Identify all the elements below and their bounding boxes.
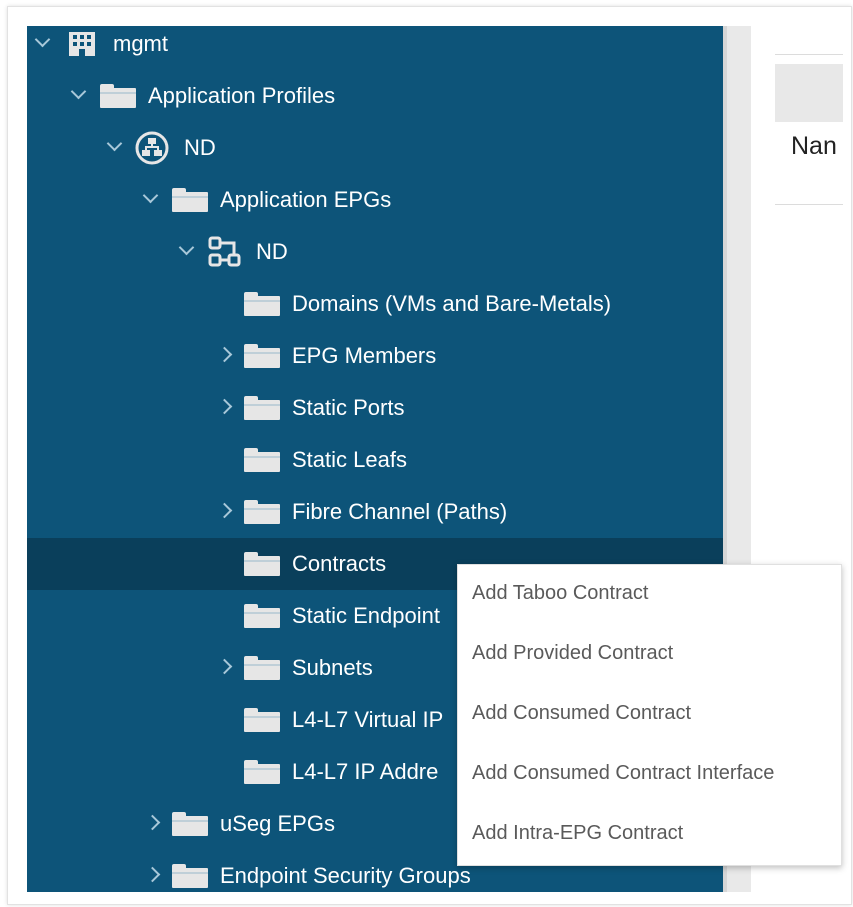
tree-item-label: Static Leafs [292,447,407,472]
tree-item-label: Domains (VMs and Bare-Metals) [292,291,612,316]
tree-item-label: Contracts [292,551,387,576]
tenant-building-icon [69,32,95,56]
tree-item-app-profile-nd[interactable]: ND [27,122,723,174]
chevron-down-icon[interactable] [140,187,162,209]
tree-item-fibre-channel[interactable]: Fibre Channel (Paths) [27,486,723,538]
chevron-right-icon[interactable] [216,343,238,365]
tree-item-label: Static Ports [292,395,405,420]
tree-item-application-epgs[interactable]: Application EPGs [27,174,723,226]
epg-icon [208,236,241,267]
tree-item-label: Endpoint Security Groups [220,863,471,888]
folder-icon [244,344,280,368]
tree-item-label: L4-L7 IP Addre [292,759,439,784]
menu-item-add-taboo-contract[interactable]: Add Taboo Contract [472,578,648,608]
tree-item-label: Application EPGs [220,187,392,212]
folder-icon [244,604,280,628]
tree-item-static-ports[interactable]: Static Ports [27,382,723,434]
tree-item-application-profiles[interactable]: Application Profiles [27,70,723,122]
menu-item-add-intra-epg-contract[interactable]: Add Intra-EPG Contract [472,818,683,848]
chevron-right-icon[interactable] [216,655,238,677]
tree-item-mgmt[interactable]: mgmt [27,26,723,70]
folder-icon [172,812,208,836]
chevron-down-icon[interactable] [68,83,90,105]
chevron-right-icon[interactable] [144,863,166,885]
chevron-right-icon[interactable] [216,499,238,521]
folder-icon [244,500,280,524]
tree-item-label: ND [184,135,216,160]
tree-item-domains[interactable]: Domains (VMs and Bare-Metals) [27,278,723,330]
menu-item-add-consumed-contract[interactable]: Add Consumed Contract [472,698,691,728]
tree-item-label: mgmt [113,31,168,56]
menu-item-add-provided-contract[interactable]: Add Provided Contract [472,638,673,668]
tree-item-label: Fibre Channel (Paths) [292,499,508,524]
chevron-right-icon[interactable] [144,811,166,833]
folder-icon [244,656,280,680]
tree-item-label: uSeg EPGs [220,811,335,836]
tree-item-label: EPG Members [292,343,437,368]
chevron-down-icon[interactable] [32,31,54,53]
folder-icon [244,552,280,576]
chevron-down-icon[interactable] [104,135,126,157]
tree-item-label: Static Endpoint [292,603,440,628]
divider [775,204,843,205]
folder-icon [172,188,208,212]
tree-item-label: ND [256,239,288,264]
tree-item-static-leafs[interactable]: Static Leafs [27,434,723,486]
chevron-down-icon[interactable] [176,239,198,261]
folder-icon [244,760,280,784]
menu-item-add-consumed-contract-interface[interactable]: Add Consumed Contract Interface [472,758,774,788]
divider [775,54,843,55]
chevron-right-icon[interactable] [216,395,238,417]
context-menu: Add Taboo Contract Add Provided Contract… [457,564,842,866]
folder-icon [100,84,136,108]
tree-item-epg-members[interactable]: EPG Members [27,330,723,382]
tree-item-epg-nd[interactable]: ND [27,226,723,278]
tree-item-label: Application Profiles [148,83,336,108]
application-profile-icon [135,131,169,165]
folder-icon [244,292,280,316]
folder-icon [244,708,280,732]
column-header-name[interactable]: Nan [791,132,837,161]
folder-icon [244,396,280,420]
tree-item-label: Subnets [292,655,373,680]
folder-icon [172,864,208,888]
table-header-cell [775,64,843,122]
folder-icon [244,448,280,472]
tree-item-label: L4-L7 Virtual IP [292,707,444,732]
